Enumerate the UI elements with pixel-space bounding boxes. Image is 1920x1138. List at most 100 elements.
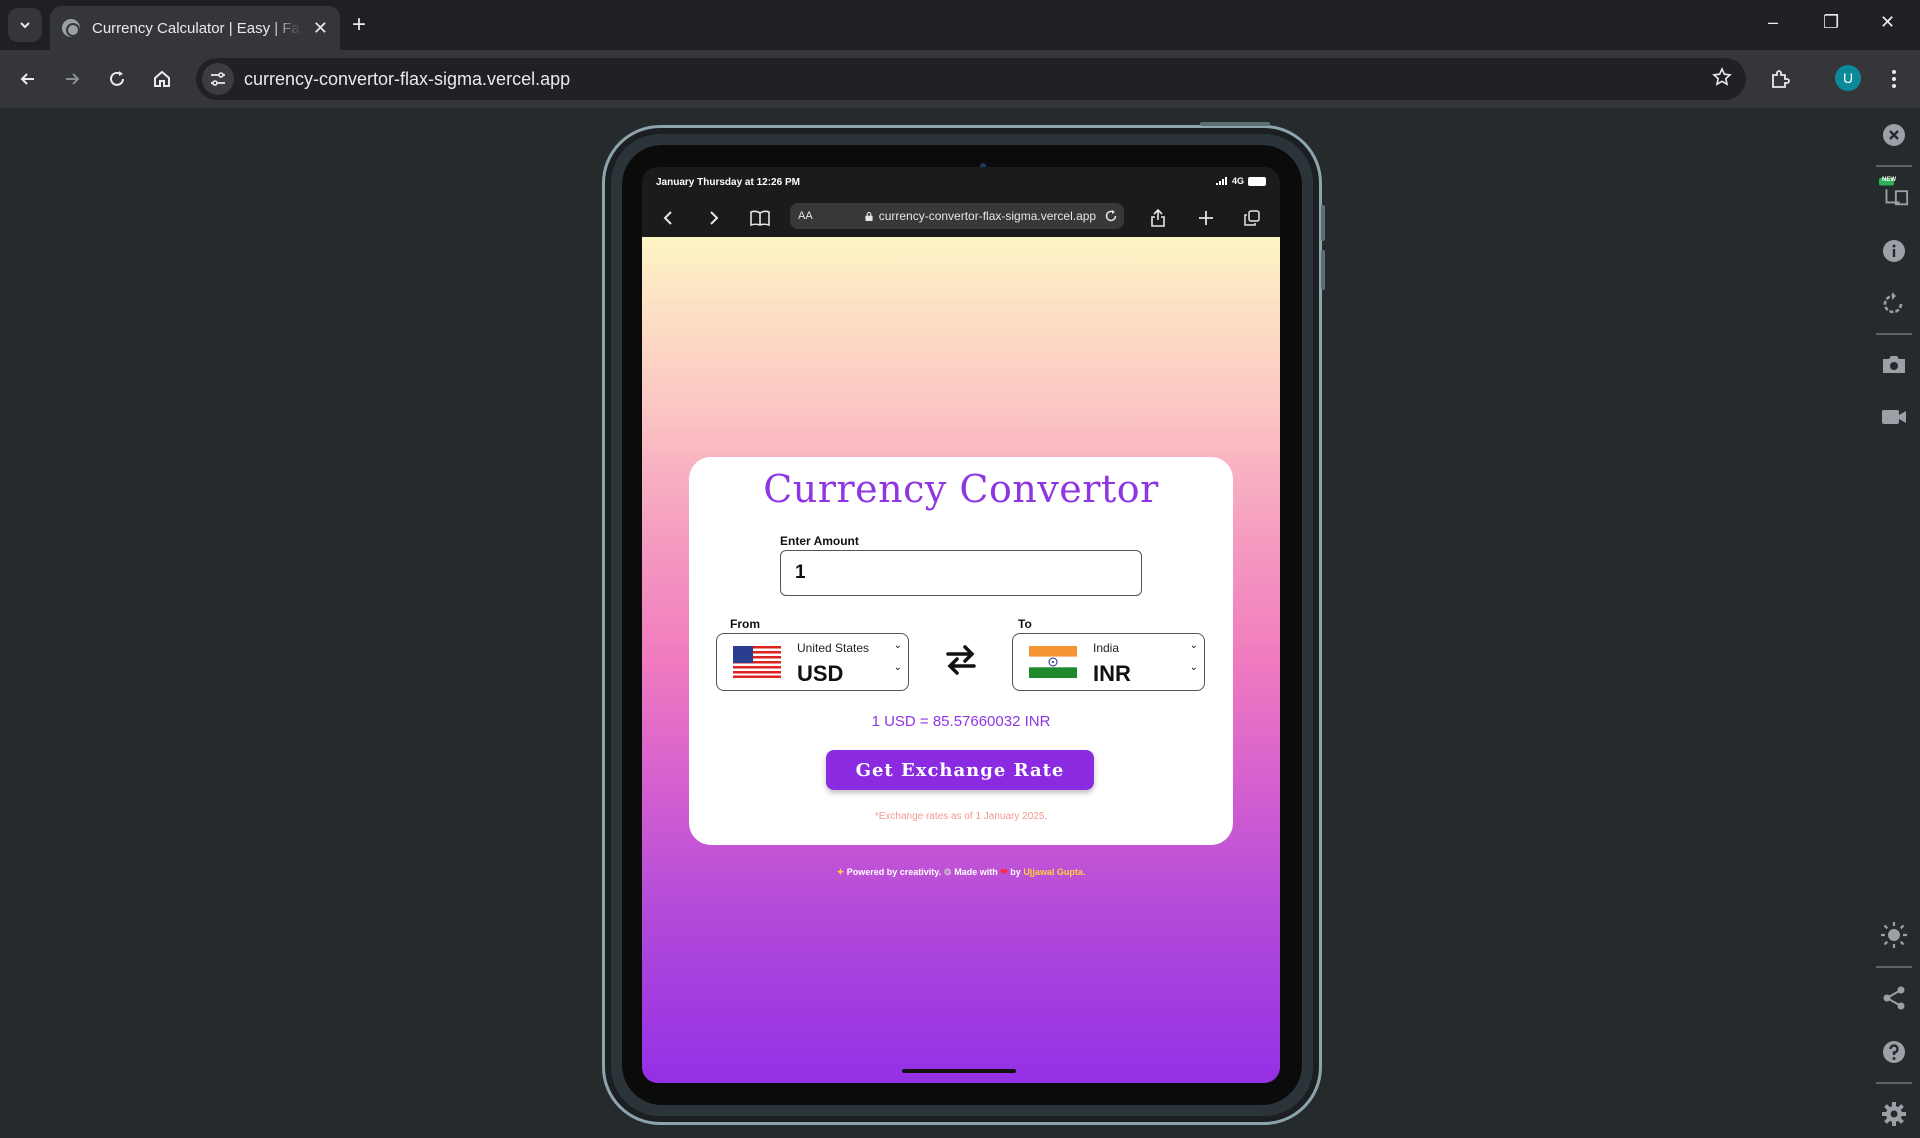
- safari-toolbar: AA currency-convertor-flax-sigma.vercel.…: [642, 199, 1280, 237]
- emulator-side-panel: NEW: [1868, 108, 1920, 1138]
- safari-url: currency-convertor-flax-sigma.vercel.app: [878, 209, 1097, 223]
- forward-button[interactable]: [58, 65, 86, 93]
- web-page: Currency Convertor Enter Amount From Uni…: [642, 237, 1280, 1083]
- puzzle-icon: [1772, 70, 1790, 88]
- network-label: 4G: [1231, 176, 1244, 186]
- reload-button[interactable]: [103, 65, 131, 93]
- screenshot-button[interactable]: [1879, 349, 1909, 379]
- share-button[interactable]: [1879, 983, 1909, 1013]
- address-bar[interactable]: currency-convertor-flax-sigma.vercel.app: [196, 58, 1746, 100]
- video-camera-icon: [1882, 410, 1906, 424]
- sun-icon: [1881, 922, 1907, 948]
- home-indicator: [902, 1069, 1016, 1073]
- exchange-rate-result: 1 USD = 85.57660032 INR: [871, 713, 1051, 730]
- safari-share-button[interactable]: [1148, 208, 1168, 228]
- settings-button[interactable]: [1879, 1099, 1909, 1129]
- tab-search-button[interactable]: [8, 8, 42, 42]
- menu-button[interactable]: [1880, 65, 1908, 93]
- divider: [1876, 966, 1912, 968]
- tab-title: Currency Calculator | Easy | Fast: [92, 19, 302, 37]
- new-badge: NEW: [1882, 177, 1896, 183]
- to-currency-select[interactable]: India INR ⌄ ⌄: [1012, 633, 1205, 691]
- status-indicators: 4G: [1215, 176, 1266, 186]
- restore-button[interactable]: ❐: [1823, 12, 1839, 33]
- footer-by: by: [1010, 867, 1021, 877]
- safari-aa-button[interactable]: AA: [798, 210, 813, 222]
- divider: [1876, 1082, 1912, 1084]
- plus-icon: [1199, 211, 1213, 225]
- record-button[interactable]: [1879, 402, 1909, 432]
- help-icon: [1883, 1041, 1905, 1063]
- globe-icon: [62, 19, 80, 37]
- footer: ✦ Powered by creativity. ⚙ Made with ❤ b…: [642, 867, 1280, 878]
- ipad-screen: January Thursday at 12:26 PM 4G AA curre…: [642, 167, 1280, 1083]
- chevron-down-icon: [20, 22, 30, 29]
- close-circle-icon[interactable]: [1879, 120, 1909, 150]
- tabs-icon: [1244, 210, 1260, 226]
- minimize-button[interactable]: –: [1768, 12, 1778, 33]
- footer-powered: Powered by creativity.: [846, 867, 942, 877]
- safari-bookmarks-button[interactable]: [750, 208, 770, 228]
- home-icon: [154, 70, 170, 87]
- devices-button[interactable]: NEW: [1879, 173, 1909, 213]
- browser-tab[interactable]: Currency Calculator | Easy | Fast ✕: [50, 6, 340, 50]
- bookmark-star-icon[interactable]: [1712, 66, 1732, 92]
- volume-up-button: [1321, 205, 1325, 241]
- chevron-down-icon: ⌄: [893, 662, 902, 673]
- chevron-right-icon: [710, 211, 719, 225]
- info-button[interactable]: [1879, 236, 1909, 266]
- safari-back-button[interactable]: [658, 208, 678, 228]
- heart-icon: ❤: [1000, 867, 1011, 877]
- chevron-down-icon: ⌄: [893, 640, 902, 651]
- from-currency-select[interactable]: United States USD ⌄ ⌄: [716, 633, 909, 691]
- reload-icon: [110, 71, 124, 86]
- divider: [1876, 333, 1912, 335]
- to-currency-code: INR: [1093, 661, 1131, 686]
- brightness-button[interactable]: [1879, 920, 1909, 950]
- swap-arrows-icon[interactable]: [944, 643, 978, 677]
- extensions-button[interactable]: [1766, 65, 1794, 93]
- lock-icon: [865, 211, 873, 221]
- footer-made: Made with: [954, 867, 998, 877]
- reload-icon[interactable]: [1104, 209, 1118, 223]
- address-url[interactable]: currency-convertor-flax-sigma.vercel.app: [244, 69, 570, 90]
- close-window-button[interactable]: ✕: [1880, 12, 1895, 33]
- author-link[interactable]: Ujjawal Gupta.: [1023, 867, 1085, 877]
- gear-icon: [1882, 1102, 1906, 1126]
- from-country: United States: [797, 641, 870, 655]
- safari-new-tab-button[interactable]: [1196, 208, 1216, 228]
- help-button[interactable]: [1879, 1037, 1909, 1067]
- home-button[interactable]: [148, 65, 176, 93]
- battery-icon: [1248, 176, 1266, 186]
- signal-icon: [1215, 177, 1227, 185]
- get-exchange-rate-button[interactable]: Get Exchange Rate: [826, 750, 1094, 790]
- new-tab-button[interactable]: +: [352, 12, 366, 38]
- profile-avatar[interactable]: U: [1835, 65, 1861, 91]
- info-icon: [1883, 240, 1905, 262]
- divider: [1876, 165, 1912, 167]
- converter-card: Currency Convertor Enter Amount From Uni…: [689, 457, 1233, 845]
- rates-note: *Exchange rates as of 1 January 2025.: [874, 811, 1048, 822]
- rotate-button[interactable]: [1879, 288, 1909, 318]
- safari-tabs-button[interactable]: [1242, 208, 1262, 228]
- sparkle-icon: ✦: [836, 867, 845, 877]
- arrow-left-icon: [20, 73, 34, 85]
- arrow-right-icon: [66, 73, 80, 85]
- camera-icon: [1883, 356, 1905, 373]
- safari-address-bar[interactable]: AA currency-convertor-flax-sigma.vercel.…: [790, 203, 1124, 229]
- share-icon: [1151, 209, 1165, 227]
- back-button[interactable]: [14, 65, 42, 93]
- tune-icon: [211, 72, 225, 86]
- safari-forward-button[interactable]: [704, 208, 724, 228]
- tab-close-icon[interactable]: ✕: [313, 18, 328, 39]
- amount-label: Enter Amount: [780, 534, 859, 548]
- gear-emoji-icon: ⚙: [943, 867, 955, 877]
- rotate-icon: [1883, 292, 1903, 314]
- chevron-down-icon: ⌄: [1189, 640, 1198, 651]
- page-title: Currency Convertor: [763, 467, 1159, 511]
- chevron-left-icon: [663, 211, 672, 225]
- site-info-button[interactable]: [202, 63, 234, 95]
- from-label: From: [730, 617, 760, 631]
- chevron-down-icon: ⌄: [1189, 662, 1198, 673]
- amount-input[interactable]: [780, 550, 1142, 596]
